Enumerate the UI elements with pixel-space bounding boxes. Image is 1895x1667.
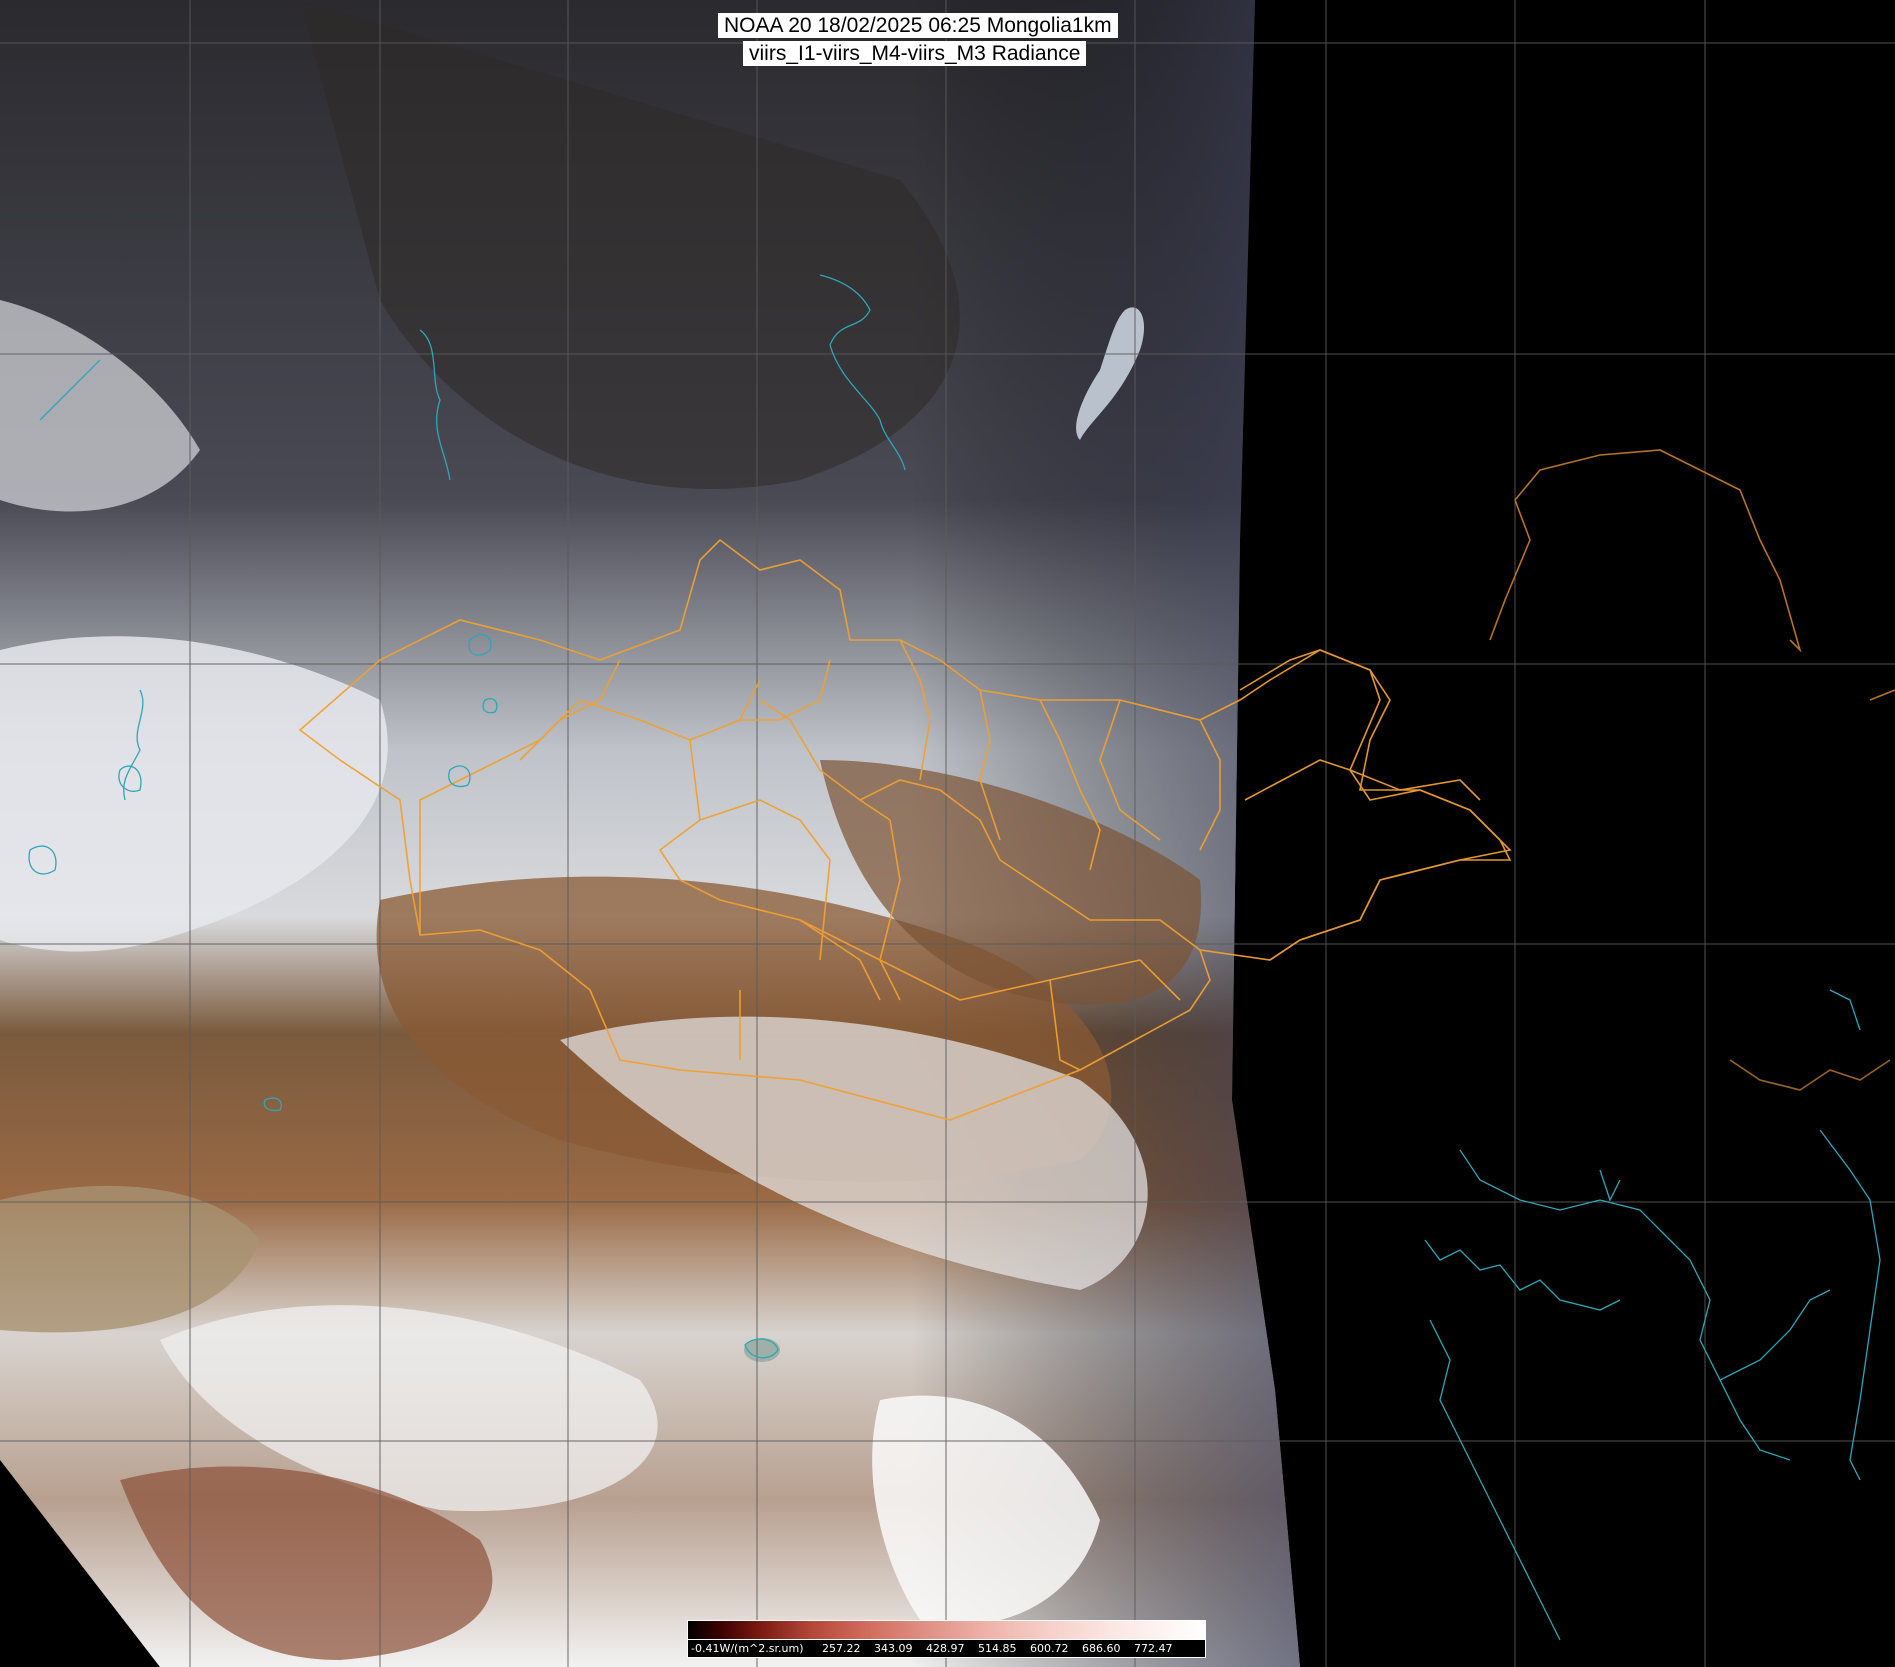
colorbar-tick: 686.60 (1082, 1642, 1121, 1655)
colorbar-unit-label: -0.41W/(m^2.sr.um) (691, 1642, 804, 1655)
colorbar-labels: -0.41W/(m^2.sr.um) 257.22 343.09 428.97 … (687, 1640, 1206, 1658)
imagery-swath (0, 0, 1300, 1667)
title-line-1: NOAA 20 18/02/2025 06:25 Mongolia1km (718, 13, 1118, 38)
satellite-map (0, 0, 1895, 1667)
colorbar-tick: 257.22 (822, 1642, 861, 1655)
colorbar-tick: 428.97 (926, 1642, 965, 1655)
colorbar-tick: 600.72 (1030, 1642, 1069, 1655)
colorbar-tick: 514.85 (978, 1642, 1017, 1655)
colorbar-tick: 343.09 (874, 1642, 913, 1655)
colorbar-tick: 772.47 (1134, 1642, 1173, 1655)
colorbar-legend: -0.41W/(m^2.sr.um) 257.22 343.09 428.97 … (687, 1620, 1206, 1658)
colorbar-gradient (687, 1620, 1206, 1640)
title-line-2: viirs_I1-viirs_M4-viirs_M3 Radiance (743, 41, 1087, 66)
